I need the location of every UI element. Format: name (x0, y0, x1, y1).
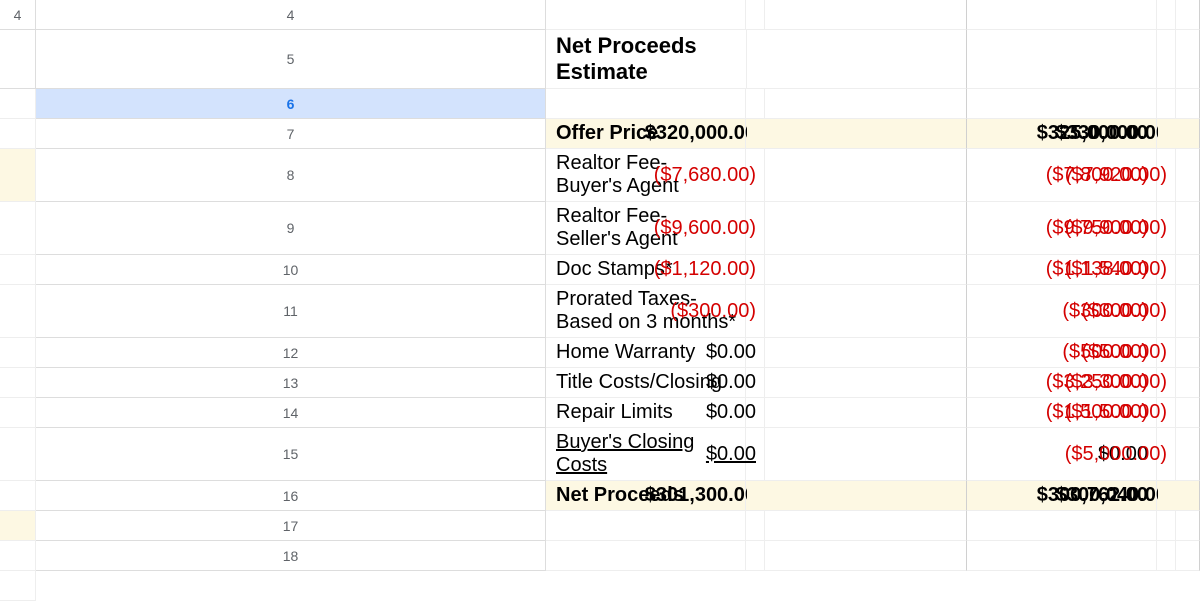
col-divider (747, 202, 967, 255)
cell-empty[interactable] (0, 511, 36, 541)
cell-empty[interactable] (0, 255, 36, 285)
row-header[interactable]: 13 (36, 368, 546, 398)
col-divider (747, 428, 967, 481)
cell-empty[interactable] (546, 511, 746, 541)
col-divider (747, 368, 967, 398)
cell-empty[interactable] (1158, 30, 1200, 89)
cell-empty[interactable] (0, 428, 36, 481)
row-header[interactable]: 11 (36, 285, 546, 338)
cell-selected[interactable] (1158, 89, 1200, 119)
row-header-4[interactable]: 4 (0, 0, 36, 30)
cell-empty[interactable] (967, 511, 1157, 541)
cell-selected[interactable] (747, 89, 967, 119)
cell-selected[interactable] (967, 89, 1157, 119)
row-header[interactable]: 8 (36, 149, 546, 202)
cell-empty[interactable] (747, 541, 967, 571)
col-divider (747, 119, 967, 149)
row-header[interactable]: 7 (36, 119, 546, 149)
col-divider (747, 255, 967, 285)
row-header[interactable]: 17 (36, 511, 546, 541)
cell-empty[interactable] (1158, 511, 1200, 541)
cell-empty[interactable] (0, 149, 36, 202)
row-header[interactable]: 18 (36, 541, 546, 571)
cell-selected[interactable] (0, 119, 36, 149)
col-divider (1158, 119, 1200, 149)
col-divider (747, 285, 967, 338)
cell-selected[interactable] (546, 89, 746, 119)
row-header[interactable]: 14 (36, 398, 546, 428)
row-header[interactable]: 6 (36, 89, 546, 119)
col-divider (747, 149, 967, 202)
cell-empty[interactable] (546, 0, 746, 30)
col-divider (1158, 202, 1200, 255)
cell-empty[interactable] (0, 202, 36, 255)
col-divider (747, 481, 967, 511)
cell-empty[interactable] (1158, 541, 1200, 571)
row-header[interactable]: 4 (36, 0, 546, 30)
col-divider (1158, 338, 1200, 368)
cell-empty[interactable] (0, 30, 36, 89)
cell-empty[interactable] (747, 511, 967, 541)
col-divider (1158, 398, 1200, 428)
row-header[interactable]: 12 (36, 338, 546, 368)
col-divider (1158, 149, 1200, 202)
cell-empty[interactable] (0, 541, 36, 571)
row-header[interactable]: 9 (36, 202, 546, 255)
cell-empty[interactable] (747, 30, 967, 89)
col-divider (1158, 368, 1200, 398)
cell-empty[interactable] (0, 571, 36, 601)
cell-empty[interactable] (1158, 0, 1200, 30)
cell-empty[interactable] (967, 30, 1157, 89)
row-header[interactable]: 15 (36, 428, 546, 481)
col-divider (1158, 428, 1200, 481)
cell-empty[interactable] (0, 338, 36, 368)
cell-empty[interactable] (0, 285, 36, 338)
cell-empty[interactable] (0, 368, 36, 398)
title-cell[interactable]: Net Proceeds Estimate (546, 30, 747, 89)
row-header[interactable]: 10 (36, 255, 546, 285)
row-header[interactable]: 16 (36, 481, 546, 511)
col-divider (1158, 285, 1200, 338)
col-divider (1158, 481, 1200, 511)
col-divider (1158, 255, 1200, 285)
col-divider (747, 398, 967, 428)
cell-empty[interactable] (546, 541, 746, 571)
cell-empty[interactable] (0, 89, 36, 119)
cell-empty[interactable] (747, 0, 967, 30)
cell-empty[interactable] (0, 481, 36, 511)
cell-empty[interactable] (967, 541, 1157, 571)
row-header[interactable]: 5 (36, 30, 546, 89)
col-divider (747, 338, 967, 368)
spreadsheet[interactable]: 445Net Proceeds Estimate67Offer Price$32… (0, 0, 1200, 601)
cell-empty[interactable] (0, 398, 36, 428)
cell-empty[interactable] (967, 0, 1157, 30)
